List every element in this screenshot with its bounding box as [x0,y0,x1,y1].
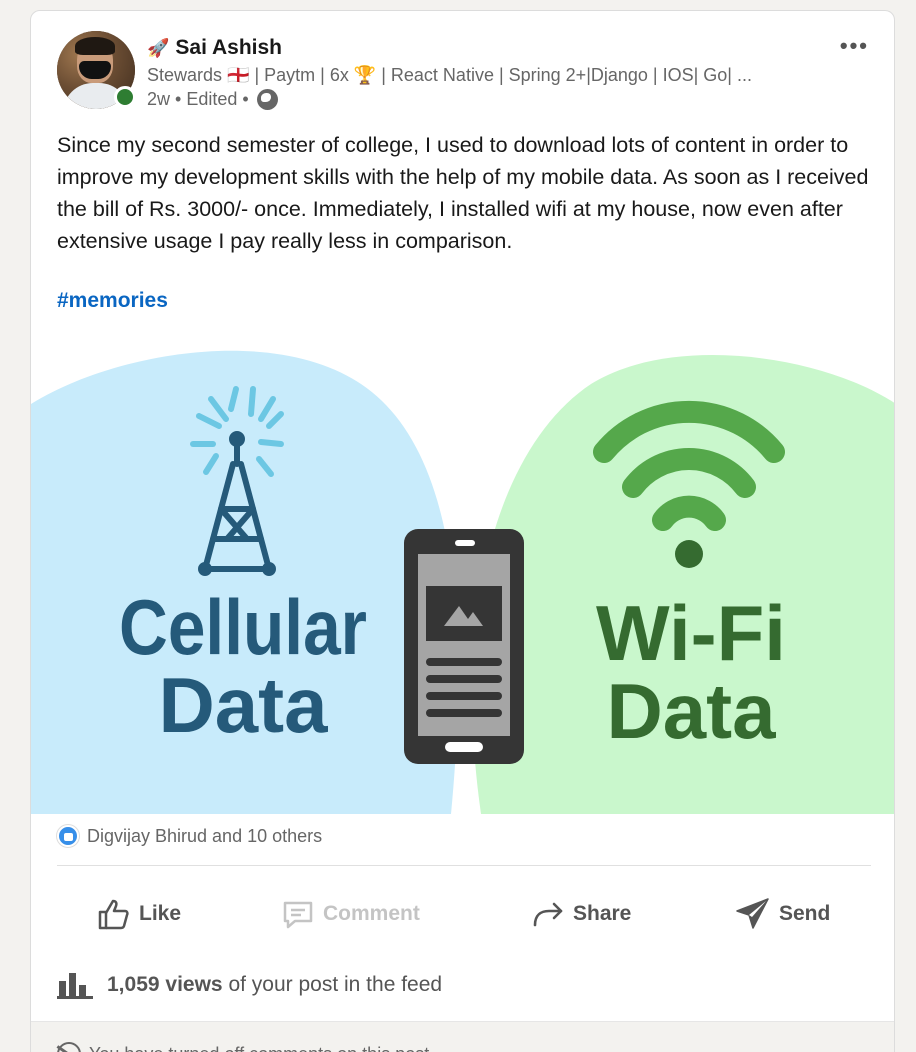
edited-label: Edited [186,89,238,109]
wifi-dot-icon [675,540,703,568]
post-age: 2w [147,89,171,109]
globe-icon [256,89,278,110]
phone-icon [404,529,524,764]
author-name-row[interactable]: 🚀 Sai Ashish [147,36,282,60]
rocket-emoji: 🚀 [147,37,170,58]
like-reaction-icon [57,825,79,847]
share-arrow-icon [533,902,563,927]
share-label: Share [573,902,632,925]
comment-label: Comment [323,902,420,925]
post-card: 🚀 Sai Ashish Stewards 🏴󠁧󠁢󠁥󠁮󠁧󠁿 | Paytm | … [30,10,895,1052]
like-button[interactable]: Like [97,886,181,942]
author-name[interactable]: Sai Ashish [175,36,282,60]
views-suffix: of your post in the feed [228,973,443,996]
cellular-title-line1: Cellular [119,583,367,671]
send-plane-icon [736,898,769,929]
meta-separator: • [242,89,249,109]
wifi-title-line1: Wi-Fi [596,589,786,677]
reactions-text[interactable]: Digvijay Bhirud and 10 others [87,826,322,847]
bar-chart-icon [57,973,93,999]
online-status-indicator [114,86,136,108]
share-button[interactable]: Share [531,886,631,942]
divider [57,865,871,866]
comments-off-icon [57,1042,81,1052]
comment-button[interactable]: Comment [281,886,420,942]
post-views[interactable]: 1,059 views of your post in the feed [57,971,442,999]
send-label: Send [779,902,831,925]
more-options-icon[interactable]: ••• [840,33,869,59]
comments-off-footer: You have turned off comments on this pos… [31,1021,894,1052]
views-count: 1,059 views [107,973,223,996]
meta-separator: • [175,89,182,109]
hashtag-link[interactable]: #memories [57,289,168,313]
wifi-title-line2: Data [606,667,776,755]
post-meta: 2w • Edited • [147,89,278,110]
cellular-title-line2: Data [158,661,328,749]
comments-off-text: You have turned off comments on this pos… [89,1044,429,1052]
author-headline: Stewards 🏴󠁧󠁢󠁥󠁮󠁧󠁿 | Paytm | 6x 🏆 | React … [147,65,752,85]
reactions-summary[interactable]: Digvijay Bhirud and 10 others [57,825,322,847]
action-bar: Like Comment Share Send [31,886,894,942]
comment-icon [283,901,313,929]
post-body: Since my second semester of college, I u… [57,133,869,253]
like-label: Like [139,902,182,925]
post-image[interactable]: Cellular Data Wi-Fi Data [31,344,894,814]
send-button[interactable]: Send [735,886,830,942]
thumbs-up-icon [98,899,129,930]
